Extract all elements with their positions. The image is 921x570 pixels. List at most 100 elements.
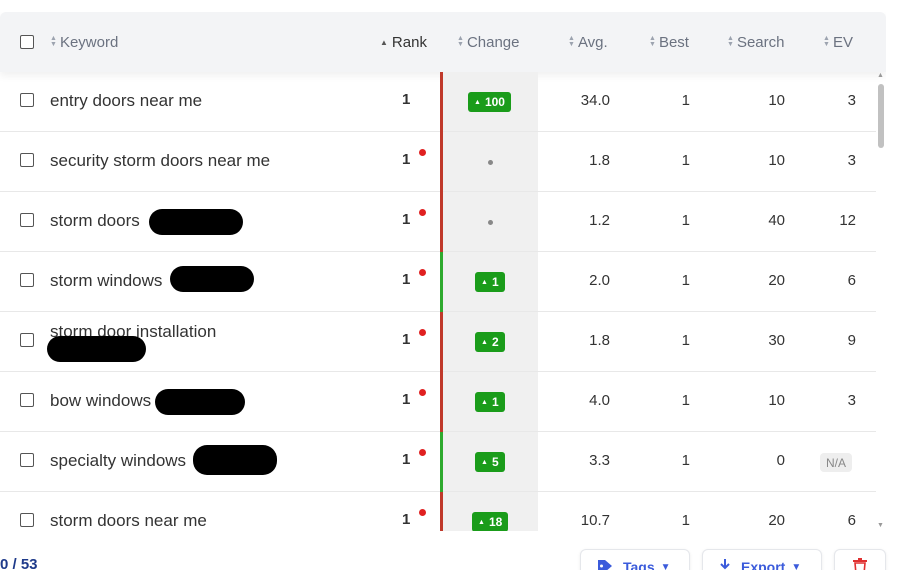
change-value: 5 (491, 455, 499, 469)
rank-indicator-bar (440, 372, 443, 432)
trash-icon (853, 557, 867, 570)
avg-value: 1.8 (589, 332, 610, 349)
rank-value: 1 (402, 451, 411, 468)
row-checkbox[interactable] (20, 333, 34, 347)
select-all-checkbox[interactable] (20, 35, 34, 49)
ev-value: 3 (847, 92, 856, 109)
change-badge: ▲ 100 (468, 92, 511, 112)
rank-indicator-bar (440, 492, 443, 531)
column-header-keyword-label: Keyword (59, 33, 119, 51)
ev-value: 6 (847, 512, 856, 529)
rank-alert-dot (419, 209, 426, 216)
column-header-change[interactable]: ▲ ▼ Change (457, 12, 519, 72)
redaction-mark (47, 336, 146, 362)
rank-indicator-bar (440, 72, 443, 132)
rank-value: 1 (402, 211, 411, 228)
rank-indicator-bar (440, 432, 443, 492)
search-value: 20 (768, 272, 785, 289)
table-row[interactable]: security storm doors near me 1 1.8 1 10 … (0, 132, 876, 192)
column-header-keyword[interactable]: ▲ ▼ Keyword (50, 12, 118, 72)
vertical-scrollbar[interactable]: ▲ ▼ (876, 72, 886, 531)
column-header-ev[interactable]: ▲ ▼ EV (823, 12, 853, 72)
table-row[interactable]: entry doors near me 1 ▲ 100 34.0 1 10 3 (0, 72, 876, 132)
rank-alert-dot (419, 269, 426, 276)
avg-value: 3.3 (589, 452, 610, 469)
best-value: 1 (681, 332, 690, 349)
rank-value: 1 (402, 151, 411, 168)
rank-indicator-bar (440, 312, 443, 372)
table-row[interactable]: storm windows 1 ▲ 1 2.0 1 20 6 (0, 252, 876, 312)
rank-alert-dot (419, 389, 426, 396)
redaction-mark (155, 389, 245, 415)
table-row[interactable]: storm door installation 1 ▲ 2 1.8 1 30 9 (0, 312, 876, 372)
rank-alert-dot (419, 329, 426, 336)
chevron-down-icon: ▼ (791, 561, 802, 570)
change-value: 100 (484, 95, 505, 109)
up-arrow-icon: ▲ (481, 398, 488, 406)
scrollbar-thumb[interactable] (878, 84, 884, 148)
ev-value: 9 (847, 332, 856, 349)
change-badge: ▲ 2 (475, 332, 505, 352)
tags-button[interactable]: Tags ▼ (580, 549, 690, 570)
scroll-down-arrow-icon[interactable]: ▼ (877, 522, 884, 529)
row-checkbox[interactable] (20, 393, 34, 407)
best-value: 1 (681, 212, 690, 229)
scroll-up-arrow-icon[interactable]: ▲ (877, 72, 884, 79)
download-icon (719, 558, 731, 570)
up-arrow-icon: ▲ (481, 458, 488, 466)
up-arrow-icon: ▲ (474, 98, 481, 106)
change-badge: ▲ 1 (475, 392, 505, 412)
sort-arrows-icon: ▲ ▼ (457, 35, 464, 48)
sort-arrows-icon: ▲ ▼ (823, 35, 830, 48)
export-button[interactable]: Export ▼ (702, 549, 822, 570)
rank-indicator-bar (440, 252, 443, 312)
column-header-search[interactable]: ▲ ▼ Search (727, 12, 784, 72)
no-change-indicator (488, 220, 493, 225)
column-header-best[interactable]: ▲ ▼ Best (649, 12, 689, 72)
row-checkbox[interactable] (20, 453, 34, 467)
rank-value: 1 (402, 391, 411, 408)
search-value: 10 (768, 152, 785, 169)
best-value: 1 (681, 152, 690, 169)
row-checkbox[interactable] (20, 153, 34, 167)
row-checkbox[interactable] (20, 213, 34, 227)
up-arrow-icon: ▲ (481, 338, 488, 346)
column-header-rank[interactable]: ▲ Rank (380, 12, 427, 72)
keyword-text: specialty windows (50, 451, 187, 470)
table-row[interactable]: bow windows 1 ▲ 1 4.0 1 10 3 (0, 372, 876, 432)
change-value: 1 (491, 395, 499, 409)
table-row[interactable]: specialty windows 1 ▲ 5 3.3 1 0 N/A (0, 432, 876, 492)
ev-value: 3 (847, 152, 856, 169)
column-header-change-label: Change (466, 33, 520, 51)
column-header-best-label: Best (658, 33, 689, 51)
search-value: 30 (768, 332, 785, 349)
best-value: 1 (681, 92, 690, 109)
rank-alert-dot (419, 449, 426, 456)
chevron-down-icon: ▼ (660, 561, 671, 570)
column-header-search-label: Search (736, 33, 785, 51)
row-checkbox[interactable] (20, 513, 34, 527)
keyword-text: storm doors (50, 211, 140, 230)
avg-value: 4.0 (589, 392, 610, 409)
table-row[interactable]: storm doors near me 1 ▲ 18 10.7 1 20 6 (0, 492, 876, 531)
row-checkbox[interactable] (20, 273, 34, 287)
column-header-ev-label: EV (832, 33, 853, 51)
delete-button[interactable] (834, 549, 886, 570)
column-header-rank-label: Rank (391, 33, 427, 51)
up-arrow-icon: ▲ (481, 278, 488, 286)
avg-value: 34.0 (580, 92, 610, 109)
change-value: 1 (491, 275, 499, 289)
change-badge: ▲ 1 (475, 272, 505, 292)
rank-indicator-bar (440, 192, 443, 252)
column-header-avg-label: Avg. (577, 33, 608, 51)
best-value: 1 (681, 512, 690, 529)
up-arrow-icon: ▲ (478, 518, 485, 526)
table-row[interactable]: storm doors 1 1.2 1 40 12 (0, 192, 876, 252)
keyword-table: ▲ ▼ Keyword ▲ Rank ▲ ▼ Change ▲ ▼ Avg. ▲ ▼ B… (0, 12, 886, 531)
tags-button-label: Tags (623, 559, 655, 570)
row-checkbox[interactable] (20, 93, 34, 107)
column-header-avg[interactable]: ▲ ▼ Avg. (568, 12, 608, 72)
keyword-text: storm windows (50, 271, 163, 290)
sort-arrows-icon: ▲ ▼ (50, 35, 57, 48)
search-value: 10 (768, 92, 785, 109)
